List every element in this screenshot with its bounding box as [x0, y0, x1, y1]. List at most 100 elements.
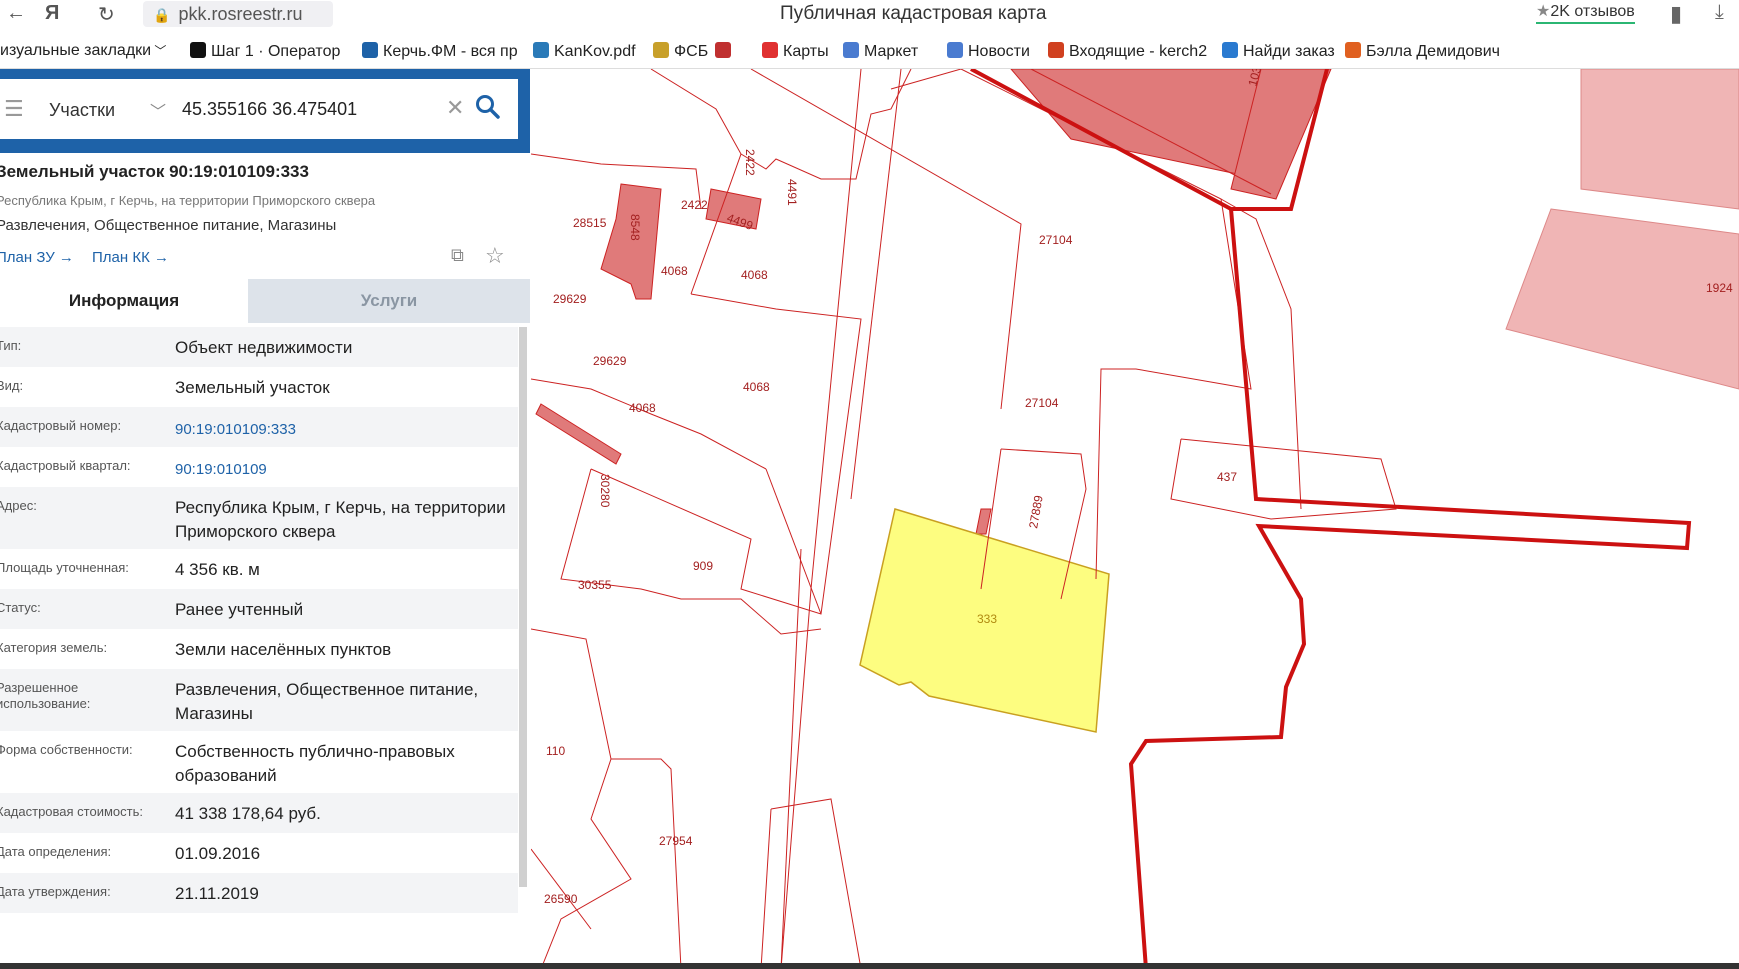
search-input[interactable] — [180, 93, 444, 125]
info-row-label: Адрес: — [0, 498, 37, 513]
bookmark-item[interactable]: Др — [1720, 42, 1739, 61]
page-title: Публичная кадастровая карта — [780, 3, 1047, 24]
bookmark-label: Карты — [783, 43, 829, 60]
layer-select[interactable]: Участки — [49, 100, 115, 121]
favorite-star-icon[interactable]: ☆ — [485, 243, 505, 269]
cadastral-map[interactable]: 2422 2422 4491 4499 28515 8548 4068 4068 4068 406… — [531, 69, 1739, 969]
info-row-value: Развлечения, Общественное питание, Магаз… — [175, 680, 479, 723]
download-icon[interactable]: ⤓ — [1715, 1, 1724, 24]
reviews-badge[interactable]: ★2K отзывов — [1536, 1, 1635, 24]
info-row-label: Кадастровый номер: — [0, 418, 122, 433]
tab-services[interactable]: Услуги — [248, 279, 530, 323]
bookmark-favicon-icon — [1048, 42, 1064, 58]
bookmark-item[interactable]: Карты — [762, 42, 829, 61]
object-use: Развлечения, Общественное питание, Магаз… — [0, 217, 337, 234]
info-table: Тип: Объект недвижимости Вид: Земельный уча… — [0, 327, 518, 913]
info-row-value: Земельный участок — [175, 378, 330, 397]
info-row: Кадастровый номер: 90:19:010109:333 — [0, 407, 518, 447]
bookmark-favicon-icon — [653, 42, 669, 58]
info-row: Кадастровая стоимость: 41 338 178,64 руб. — [0, 793, 518, 833]
info-row-label: Вид: — [0, 378, 24, 393]
reload-icon[interactable]: ↻ — [98, 2, 115, 27]
bookmark-favicon-icon — [1222, 42, 1238, 58]
chevron-down-icon[interactable]: ﹀ — [150, 98, 166, 122]
bookmark-favicon-icon — [1345, 42, 1361, 58]
info-row-value: 4 356 кв. м — [175, 560, 260, 579]
bookmark-item[interactable]: изуальные закладки ﹀ — [0, 42, 166, 60]
object-title: Земельный участок 90:19:010109:333 — [0, 162, 309, 181]
bookmark-item[interactable]: Керчь.ФМ - вся пр — [362, 42, 518, 61]
bookmark-label: Маркет — [864, 43, 919, 60]
bookmark-item[interactable]: Бэлла Демидович — [1345, 42, 1500, 61]
bookmark-label: ФСБ — [674, 43, 709, 60]
map-canvas[interactable]: 242224224491449928515 85484068 40684068406… — [531, 69, 1739, 969]
browser-toolbar: ← Я ↻ 🔒 pkk.rosreestr.ru Публичная кадаст… — [0, 0, 1739, 28]
parcel-number-label: 909 — [693, 559, 713, 573]
bookmark-item[interactable]: Найди заказ — [1222, 42, 1335, 61]
bookmark-label: Керчь.ФМ - вся пр — [383, 43, 518, 60]
clear-icon[interactable]: ✕ — [446, 95, 464, 121]
parcel-number-label: 30280 — [598, 474, 612, 508]
info-panel: ☰ Участки ﹀ ✕ ‹ Земельный участок 90:19:… — [0, 69, 530, 969]
address-bar[interactable]: 🔒 pkk.rosreestr.ru — [143, 1, 333, 27]
info-row-label: Категория земель: — [0, 640, 108, 655]
bookmark-item[interactable]: Новости — [947, 42, 1030, 61]
tab-information[interactable]: Информация — [0, 279, 248, 323]
bookmark-label: Бэлла Демидович — [1366, 43, 1501, 60]
map-building — [535, 403, 622, 465]
info-row-label: Дата утверждения: — [0, 884, 111, 899]
scrollbar-thumb[interactable] — [519, 327, 527, 887]
info-row-value: Собственность публично-правовых образова… — [175, 742, 455, 785]
info-row-value: 41 338 178,64 руб. — [175, 804, 321, 823]
parcel-number-label: 2422 — [681, 198, 708, 212]
reviews-text: 2K отзывов — [1550, 3, 1635, 20]
bookmark-label: KanKov.pdf — [554, 43, 636, 60]
parcel-number-label: 8548 — [628, 214, 642, 241]
parcel-number-label: 4068 — [741, 268, 768, 282]
tabs: Информация Услуги — [0, 279, 530, 323]
document-search-icon[interactable]: ⧉ — [451, 245, 464, 266]
parcel-number-label: 26590 — [544, 892, 578, 906]
chevron-down-icon: ﹀ — [151, 44, 167, 58]
bookmark-item[interactable]: KanKov.pdf — [533, 42, 636, 61]
star-small-icon: ★ — [1536, 3, 1551, 20]
info-row-label: Площадь уточненная: — [0, 560, 129, 575]
parcel-number-label: 27104 — [1039, 233, 1073, 247]
info-row-link[interactable]: 90:19:010109 — [175, 458, 515, 482]
object-address: Республика Крым, г Керчь, на территории … — [0, 193, 376, 208]
taskbar-strip — [0, 963, 1739, 969]
parcel-number-label: 27954 — [659, 834, 693, 848]
info-row-label: Форма собственности: — [0, 742, 133, 757]
bookmark-favicon-icon — [843, 42, 859, 58]
back-icon[interactable]: ← — [6, 2, 26, 25]
bookmark-item[interactable]: Маркет — [843, 42, 918, 61]
info-row: Форма собственности: Собственность публич… — [0, 731, 518, 793]
info-row-link[interactable]: 90:19:010109:333 — [175, 418, 515, 442]
search-bar: ☰ Участки ﹀ ✕ ‹ — [0, 69, 530, 153]
bookmark-label: изуальные закладки — [0, 42, 152, 59]
menu-icon[interactable]: ☰ — [4, 96, 24, 122]
bookmark-favicon-icon — [190, 42, 206, 58]
bookmark-item[interactable]: Входящие - kerch2 — [1048, 42, 1207, 61]
map-building — [975, 508, 992, 535]
info-row: Вид: Земельный участок — [0, 367, 518, 407]
plan-kk-link[interactable]: План КК → — [92, 249, 169, 266]
search-icon[interactable] — [474, 93, 502, 121]
bookmark-item[interactable]: ФСБ — [653, 42, 708, 61]
parcel-number-label: 437 — [1217, 470, 1237, 484]
map-building — [600, 183, 662, 300]
bookmark-item[interactable] — [715, 42, 736, 61]
bookmark-label: Шаг 1 · Оператор — [211, 43, 341, 60]
bookmark-item[interactable]: Шаг 1 · Оператор — [190, 42, 340, 61]
yandex-icon[interactable]: Я — [45, 2, 59, 25]
plan-zu-link[interactable]: План ЗУ → — [0, 249, 74, 266]
bookmark-icon[interactable]: ▮ — [1670, 1, 1682, 27]
parcel-number-label: 30355 — [578, 578, 612, 592]
bookmark-favicon-icon — [947, 42, 963, 58]
bookmark-favicon-icon — [715, 42, 731, 58]
info-row: Площадь уточненная: 4 356 кв. м — [0, 549, 518, 589]
info-row-label: Тип: — [0, 338, 22, 353]
info-row-value: Республика Крым, г Керчь, на территории … — [175, 498, 506, 541]
bookmark-label: Входящие - kerch2 — [1069, 43, 1208, 60]
info-row: Кадастровый квартал: 90:19:010109 — [0, 447, 518, 487]
